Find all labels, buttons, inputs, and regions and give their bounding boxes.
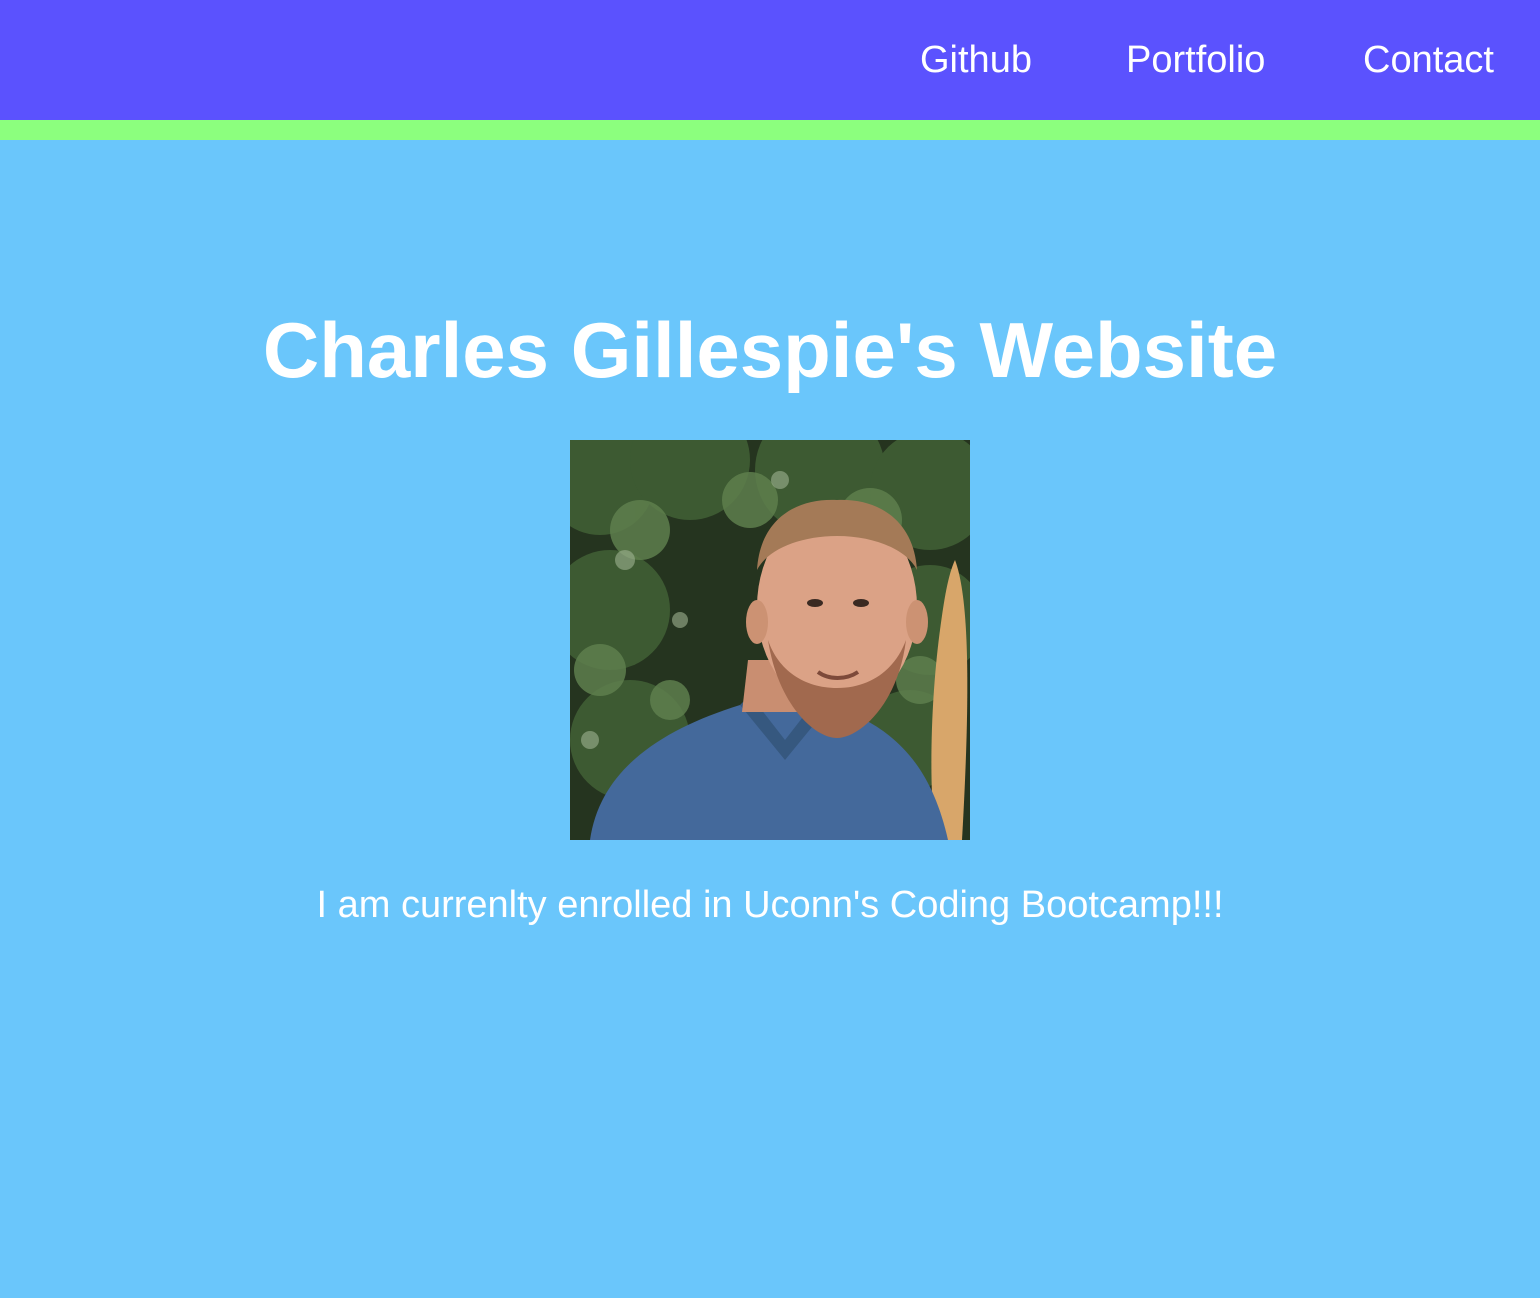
top-navbar: Github Portfolio Contact	[0, 0, 1540, 140]
nav-link-github[interactable]: Github	[920, 38, 1032, 82]
profile-photo-illustration	[570, 440, 970, 840]
nav-link-contact[interactable]: Contact	[1363, 38, 1494, 82]
profile-photo	[570, 440, 970, 840]
page-title: Charles Gillespie's Website	[262, 306, 1278, 394]
nav-link-portfolio[interactable]: Portfolio	[1126, 38, 1265, 82]
tagline: I am currenlty enrolled in Uconn's Codin…	[316, 884, 1224, 926]
